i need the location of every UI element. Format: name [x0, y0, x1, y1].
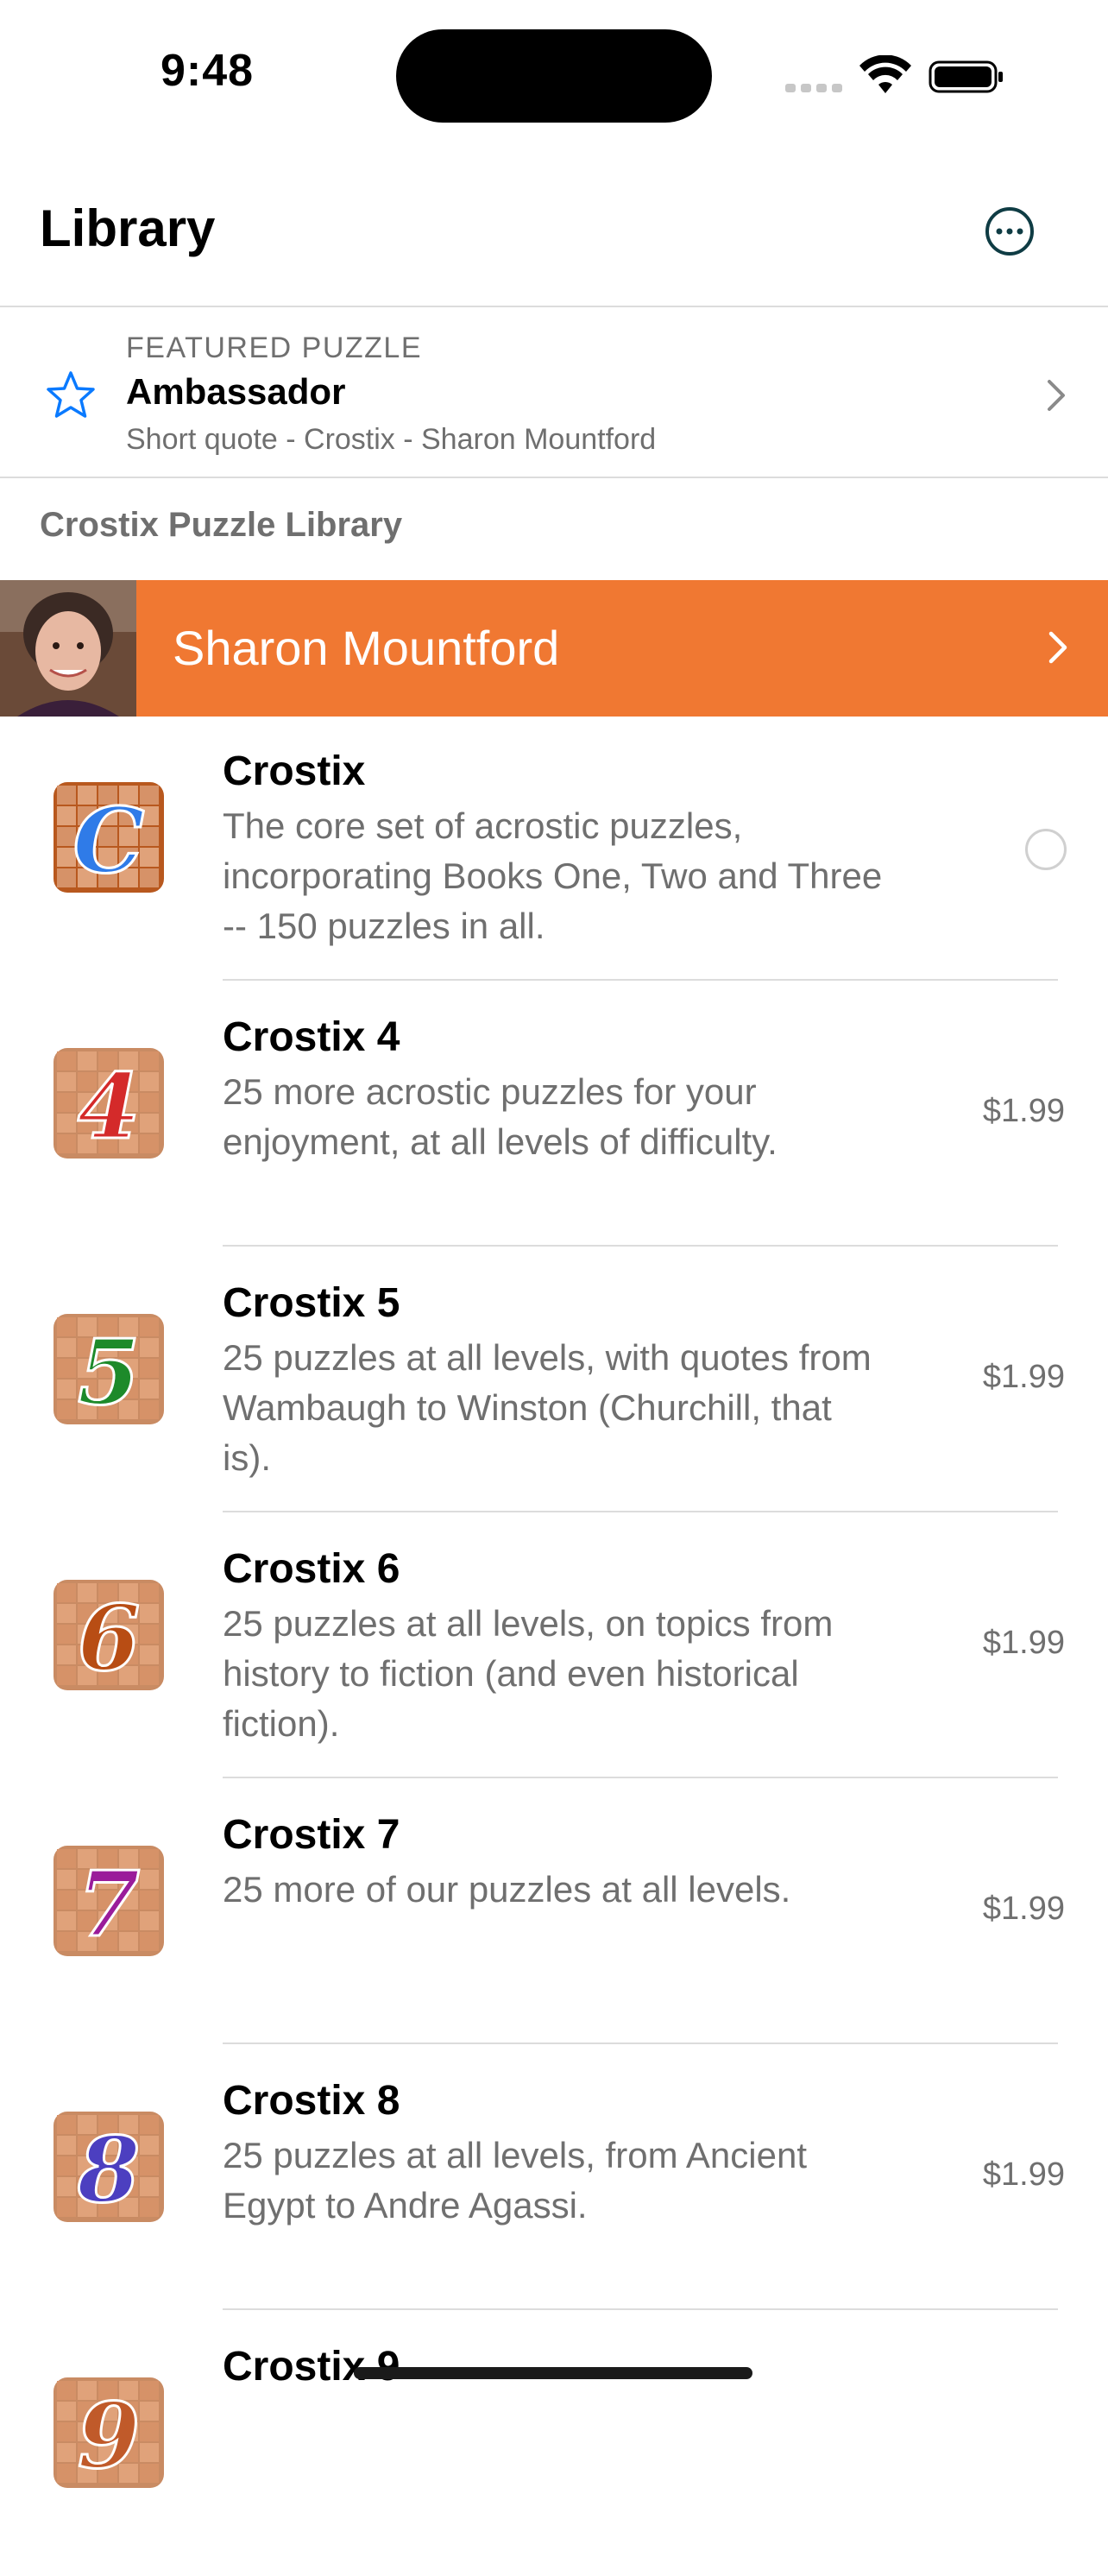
price-button[interactable]: $1.99: [983, 2156, 1065, 2194]
price-button[interactable]: $1.99: [983, 1891, 1065, 1928]
puzzle-description: 25 puzzles at all levels, on topics from…: [223, 1599, 930, 1749]
chevron-right-icon: [1048, 631, 1067, 664]
puzzle-description-line: 25 puzzles at all levels, on topics from: [223, 1603, 834, 1644]
puzzle-book-icon: 5: [54, 1314, 164, 1426]
puzzle-title: Crostix: [223, 748, 366, 794]
puzzle-description-line: The core set of acrostic puzzles,: [223, 805, 743, 846]
puzzle-description-line: 25 puzzles at all levels, with quotes fr…: [223, 1337, 872, 1378]
puzzle-description: 25 more acrostic puzzles for your enjoyme…: [223, 1067, 930, 1167]
puzzle-row[interactable]: C Crostix The core set of acrostic puzzles…: [0, 717, 1108, 981]
puzzle-book-icon: 7: [54, 1846, 164, 1958]
author-name: Sharon Mountford: [173, 621, 560, 675]
puzzle-row[interactable]: 9 Crostix 9: [0, 2312, 1108, 2576]
puzzle-row[interactable]: 7 Crostix 7 25 more of our puzzles at all …: [0, 1780, 1108, 2044]
price-button[interactable]: $1.99: [983, 1093, 1065, 1130]
svg-text:4: 4: [78, 1053, 140, 1159]
wifi-icon: [859, 55, 911, 93]
svg-text:8: 8: [77, 2117, 140, 2223]
section-label: Crostix Puzzle Library: [40, 506, 403, 544]
puzzle-title: Crostix 5: [223, 1280, 400, 1326]
puzzle-book-icon: 6: [54, 1580, 164, 1692]
row-separator: [223, 1245, 1058, 1247]
puzzle-description-line: 25 puzzles at all levels, from Ancient: [223, 2135, 808, 2175]
author-photo: [0, 580, 136, 717]
row-separator: [223, 979, 1058, 981]
puzzle-book-icon: 8: [54, 2112, 164, 2224]
battery-icon: [929, 60, 1003, 93]
author-banner[interactable]: Sharon Mountford: [0, 580, 1108, 717]
star-icon: [47, 371, 95, 418]
row-separator: [223, 2308, 1058, 2310]
puzzle-description-line: history to fiction (and even historical: [223, 1653, 799, 1694]
puzzle-description: 25 more of our puzzles at all levels.: [223, 1865, 930, 1915]
puzzle-row[interactable]: 4 Crostix 4 25 more acrostic puzzles for y…: [0, 982, 1108, 1247]
puzzle-title: Crostix 8: [223, 2078, 400, 2124]
svg-text:9: 9: [78, 2383, 140, 2489]
puzzle-book-icon: 9: [54, 2377, 164, 2490]
svg-text:C: C: [73, 787, 145, 893]
featured-title: Ambassador: [126, 371, 346, 412]
puzzle-description-line: enjoyment, at all levels of difficulty.: [223, 1121, 777, 1162]
puzzle-row[interactable]: 6 Crostix 6 25 puzzles at all levels, on t…: [0, 1514, 1108, 1778]
puzzle-description-line: 25 more acrostic puzzles for your: [223, 1071, 757, 1112]
featured-subtitle: Short quote - Crostix - Sharon Mountford: [126, 423, 657, 456]
puzzle-description: The core set of acrostic puzzles, incorpo…: [223, 801, 930, 951]
puzzle-description-line: Egypt to Andre Agassi.: [223, 2185, 588, 2226]
puzzle-title: Crostix 7: [223, 1812, 400, 1858]
puzzle-description-line: is).: [223, 1437, 271, 1478]
puzzle-description-line: Wambaugh to Winston (Churchill, that: [223, 1387, 832, 1428]
puzzle-description: 25 puzzles at all levels, with quotes fr…: [223, 1333, 930, 1483]
chevron-right-icon: [1048, 380, 1065, 411]
dynamic-island: [396, 29, 712, 123]
puzzle-book-icon: C: [54, 782, 164, 894]
puzzle-row[interactable]: 5 Crostix 5 25 puzzles at all levels, with…: [0, 1248, 1108, 1512]
cellular-signal-icon: [785, 81, 847, 97]
download-status-circle[interactable]: [1025, 829, 1067, 870]
puzzle-description: 25 puzzles at all levels, from Ancient Eg…: [223, 2131, 930, 2231]
puzzle-title: Crostix 6: [223, 1546, 400, 1592]
divider: [0, 477, 1108, 478]
puzzle-description-line: fiction).: [223, 1703, 340, 1744]
puzzle-book-icon: 4: [54, 1048, 164, 1160]
ellipsis-circle-icon[interactable]: [984, 205, 1036, 257]
status-time: 9:48: [161, 46, 255, 96]
puzzle-row[interactable]: 8 Crostix 8 25 puzzles at all levels, from…: [0, 2046, 1108, 2310]
status-bar: 9:48: [0, 0, 1108, 147]
svg-text:7: 7: [78, 1851, 140, 1957]
puzzle-title: Crostix 4: [223, 1014, 400, 1060]
home-indicator[interactable]: [354, 2367, 752, 2379]
puzzle-description-line: 25 more of our puzzles at all levels.: [223, 1869, 791, 1910]
price-button[interactable]: $1.99: [983, 1625, 1065, 1662]
row-separator: [223, 1777, 1058, 1778]
puzzle-description-line: -- 150 puzzles in all.: [223, 906, 545, 946]
page-title: Library: [40, 199, 216, 257]
price-button[interactable]: $1.99: [983, 1359, 1065, 1396]
featured-kicker: FEATURED PUZZLE: [126, 331, 423, 364]
row-separator: [223, 1511, 1058, 1512]
puzzle-description-line: incorporating Books One, Two and Three: [223, 856, 883, 896]
svg-text:5: 5: [78, 1319, 140, 1425]
row-separator: [223, 2042, 1058, 2044]
svg-text:6: 6: [78, 1585, 140, 1691]
